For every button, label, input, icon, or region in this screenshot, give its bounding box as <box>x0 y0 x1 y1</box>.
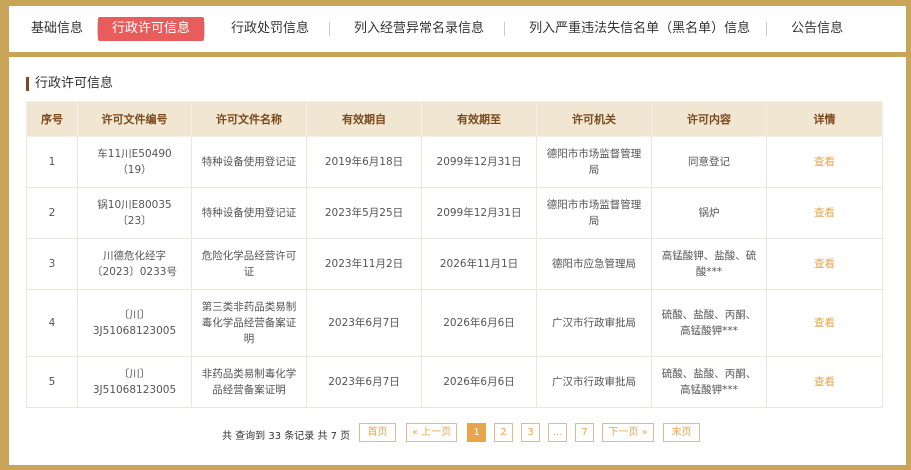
tab-divider <box>766 22 768 36</box>
cell-index: 2 <box>26 187 78 239</box>
cell-index: 3 <box>26 238 78 290</box>
tab-divider <box>504 22 506 36</box>
cell-index: 1 <box>26 136 78 188</box>
cell-valid-to: 2026年6月6日 <box>421 356 537 408</box>
cell-license-name: 第三类非药品类易制毒化学品经营备案证明 <box>191 289 307 357</box>
pagination-info: 共 查询到 33 条记录 共 7 页 <box>222 431 351 442</box>
cell-authority: 广汉市行政审批局 <box>536 356 652 408</box>
cell-license-name: 危险化学品经营许可证 <box>191 238 307 290</box>
tab-abnormal-list[interactable]: 列入经营异常名录信息 <box>340 17 498 41</box>
view-detail-link[interactable]: 查看 <box>766 136 883 188</box>
page-7-button[interactable]: 7 <box>575 423 594 442</box>
table-row: 2 锅10川E80035〔23〕 特种设备使用登记证 2023年5月25日 20… <box>26 187 883 239</box>
table-header-row: 序号 许可文件编号 许可文件名称 有效期自 有效期至 许可机关 许可内容 详情 <box>26 101 883 137</box>
header-license-name: 许可文件名称 <box>191 101 307 137</box>
table-row: 1 车11川E50490（19） 特种设备使用登记证 2019年6月18日 20… <box>26 136 883 188</box>
tab-basic-info[interactable]: 基础信息 <box>17 17 97 41</box>
header-valid-from: 有效期自 <box>306 101 422 137</box>
pagination: 共 查询到 33 条记录 共 7 页 首页 « 上一页 1 2 3 ... 7 … <box>9 423 906 443</box>
header-authority: 许可机关 <box>536 101 652 137</box>
cell-valid-to: 2026年6月6日 <box>421 289 537 357</box>
view-detail-link[interactable]: 查看 <box>766 238 883 290</box>
license-table: 序号 许可文件编号 许可文件名称 有效期自 有效期至 许可机关 许可内容 详情 … <box>26 101 883 408</box>
cell-authority: 德阳市应急管理局 <box>536 238 652 290</box>
cell-index: 5 <box>26 356 78 408</box>
view-detail-link[interactable]: 查看 <box>766 356 883 408</box>
header-index: 序号 <box>26 101 78 137</box>
cell-license-number: 〔川〕3J51068123005 <box>77 289 192 357</box>
cell-authority: 德阳市市场监督管理局 <box>536 136 652 188</box>
cell-license-number: 锅10川E80035〔23〕 <box>77 187 192 239</box>
page-ellipsis: ... <box>548 423 567 442</box>
cell-license-name: 特种设备使用登记证 <box>191 136 307 188</box>
cell-license-name: 特种设备使用登记证 <box>191 187 307 239</box>
cell-authority: 德阳市市场监督管理局 <box>536 187 652 239</box>
header-content: 许可内容 <box>651 101 767 137</box>
tab-divider <box>329 22 331 36</box>
cell-content: 硫酸、盐酸、丙酮、高锰酸钾*** <box>651 289 767 357</box>
page-2-button[interactable]: 2 <box>494 423 513 442</box>
prev-page-button[interactable]: « 上一页 <box>406 423 457 442</box>
tab-announcement[interactable]: 公告信息 <box>777 17 857 41</box>
cell-license-name: 非药品类易制毒化学品经营备案证明 <box>191 356 307 408</box>
cell-license-number: 车11川E50490（19） <box>77 136 192 188</box>
header-detail: 详情 <box>766 101 883 137</box>
cell-license-number: 川德危化经字〔2023〕0233号 <box>77 238 192 290</box>
view-detail-link[interactable]: 查看 <box>766 289 883 357</box>
cell-index: 4 <box>26 289 78 357</box>
last-page-button[interactable]: 末页 <box>663 423 700 442</box>
cell-valid-from: 2023年11月2日 <box>306 238 422 290</box>
tab-divider <box>204 22 206 36</box>
first-page-button[interactable]: 首页 <box>359 423 396 442</box>
tab-bar: 基础信息 行政许可信息 行政处罚信息 列入经营异常名录信息 列入严重违法失信名单… <box>9 6 906 57</box>
cell-valid-to: 2099年12月31日 <box>421 187 537 239</box>
content-panel: 基础信息 行政许可信息 行政处罚信息 列入经营异常名录信息 列入严重违法失信名单… <box>9 6 906 465</box>
cell-valid-to: 2099年12月31日 <box>421 136 537 188</box>
table-row: 4 〔川〕3J51068123005 第三类非药品类易制毒化学品经营备案证明 2… <box>26 289 883 357</box>
cell-content: 锅炉 <box>651 187 767 239</box>
cell-valid-from: 2023年6月7日 <box>306 289 422 357</box>
tab-blacklist[interactable]: 列入严重违法失信名单（黑名单）信息 <box>515 17 764 41</box>
cell-valid-from: 2023年5月25日 <box>306 187 422 239</box>
page-frame: 基础信息 行政许可信息 行政处罚信息 列入经营异常名录信息 列入严重违法失信名单… <box>0 0 911 470</box>
header-valid-to: 有效期至 <box>421 101 537 137</box>
tab-admin-license[interactable]: 行政许可信息 <box>98 17 205 41</box>
page-1-button[interactable]: 1 <box>467 423 486 442</box>
table-row: 3 川德危化经字〔2023〕0233号 危险化学品经营许可证 2023年11月2… <box>26 238 883 290</box>
cell-valid-from: 2019年6月18日 <box>306 136 422 188</box>
next-page-button[interactable]: 下一页 » <box>602 423 654 442</box>
cell-authority: 广汉市行政审批局 <box>536 289 652 357</box>
view-detail-link[interactable]: 查看 <box>766 187 883 239</box>
tab-admin-penalty[interactable]: 行政处罚信息 <box>217 17 323 41</box>
table-row: 5 〔川〕3J51068123005 非药品类易制毒化学品经营备案证明 2023… <box>26 356 883 408</box>
cell-content: 高锰酸钾、盐酸、硫酸*** <box>651 238 767 290</box>
page-3-button[interactable]: 3 <box>521 423 540 442</box>
cell-valid-from: 2023年6月7日 <box>306 356 422 408</box>
header-license-number: 许可文件编号 <box>77 101 192 137</box>
cell-license-number: 〔川〕3J51068123005 <box>77 356 192 408</box>
cell-valid-to: 2026年11月1日 <box>421 238 537 290</box>
section-title: 行政许可信息 <box>26 77 113 91</box>
cell-content: 硫酸、盐酸、丙酮、高锰酸钾*** <box>651 356 767 408</box>
cell-content: 同意登记 <box>651 136 767 188</box>
